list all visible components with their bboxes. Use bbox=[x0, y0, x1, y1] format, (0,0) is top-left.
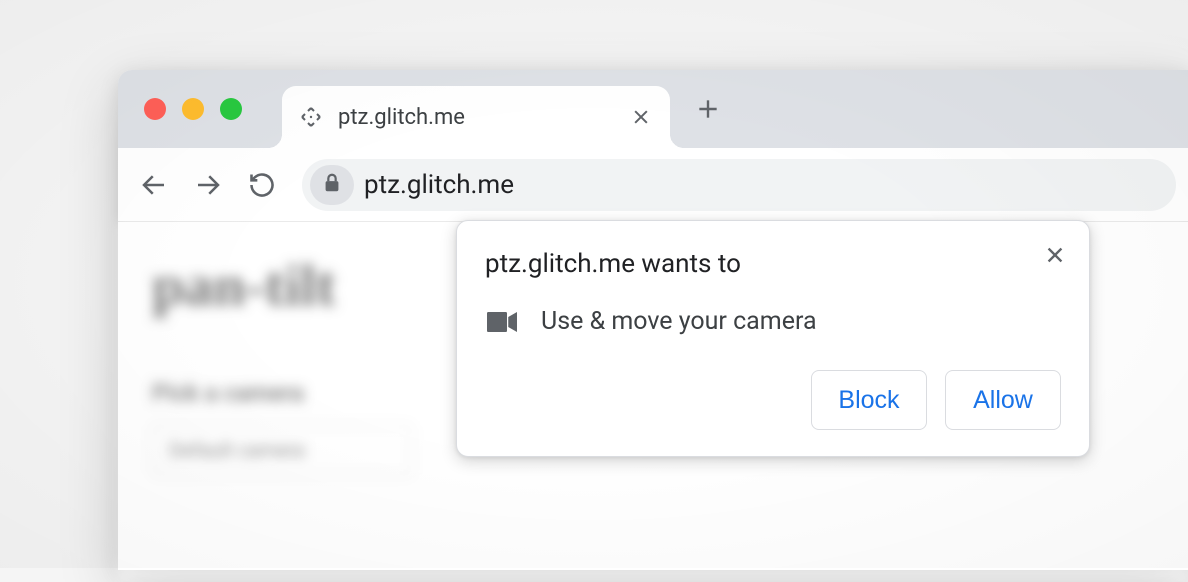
new-tab-button[interactable] bbox=[688, 89, 728, 129]
move-icon bbox=[298, 104, 324, 130]
site-info-button[interactable] bbox=[310, 165, 354, 205]
permission-item-text: Use & move your camera bbox=[541, 307, 817, 336]
allow-button[interactable]: Allow bbox=[945, 370, 1061, 430]
toolbar: ptz.glitch.me bbox=[118, 148, 1188, 222]
reload-button[interactable] bbox=[238, 161, 286, 209]
camera-select[interactable]: Default camera bbox=[152, 425, 412, 475]
forward-button[interactable] bbox=[184, 161, 232, 209]
browser-window: ptz.glitch.me bbox=[118, 70, 1188, 570]
permission-title: ptz.glitch.me wants to bbox=[485, 249, 1061, 279]
tab-title: ptz.glitch.me bbox=[338, 105, 628, 130]
permission-item: Use & move your camera bbox=[485, 307, 1061, 336]
window-close-button[interactable] bbox=[144, 98, 166, 120]
tab-close-button[interactable] bbox=[628, 104, 654, 130]
window-controls bbox=[144, 98, 242, 120]
lock-icon bbox=[321, 172, 343, 198]
block-button[interactable]: Block bbox=[811, 370, 927, 430]
browser-tab[interactable]: ptz.glitch.me bbox=[282, 86, 670, 148]
video-camera-icon bbox=[487, 311, 517, 333]
address-bar[interactable]: ptz.glitch.me bbox=[302, 159, 1176, 211]
window-minimize-button[interactable] bbox=[182, 98, 204, 120]
permission-actions: Block Allow bbox=[485, 370, 1061, 430]
window-maximize-button[interactable] bbox=[220, 98, 242, 120]
permission-close-button[interactable] bbox=[1037, 237, 1073, 273]
title-bar: ptz.glitch.me bbox=[118, 70, 1188, 148]
url-text[interactable]: ptz.glitch.me bbox=[364, 170, 1168, 200]
back-button[interactable] bbox=[130, 161, 178, 209]
permission-prompt: ptz.glitch.me wants to Use & move your c… bbox=[456, 220, 1090, 457]
